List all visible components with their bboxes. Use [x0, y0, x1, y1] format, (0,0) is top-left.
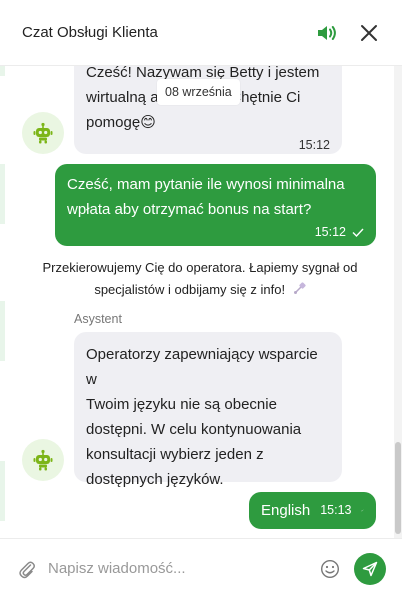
- robot-icon: [33, 122, 53, 144]
- message-time: 15:12: [298, 138, 330, 152]
- message-time: 15:12: [314, 225, 346, 239]
- user-message: English 15:13: [249, 492, 376, 529]
- system-line: Przekierowujemy Cię do operatora. Łapiem…: [42, 260, 358, 275]
- send-button[interactable]: [354, 552, 386, 585]
- message-line: Operatorzy zapewniający wsparcie w: [86, 346, 318, 388]
- message-line: pomogę😊: [86, 114, 156, 131]
- scrollbar-thumb[interactable]: [395, 442, 401, 534]
- emoji-icon[interactable]: [320, 559, 340, 579]
- system-message: Przekierowujemy Cię do operatora. Łapiem…: [30, 257, 370, 301]
- message-line: konsultacji wybierz jeden z: [86, 446, 264, 463]
- satellite-icon: [293, 282, 306, 294]
- message-line: dostępnych języków.: [86, 471, 224, 488]
- chat-title: Czat Obsługi Klienta: [22, 24, 158, 41]
- edge-decoration: [0, 301, 5, 361]
- check-icon: [361, 509, 364, 512]
- check-icon: [352, 228, 364, 237]
- message-list[interactable]: Cześć! Nazywam się Betty i jestem wirtua…: [0, 66, 402, 538]
- message-line: wpłata aby otrzymać bonus na start?: [67, 201, 312, 218]
- send-icon: [362, 561, 378, 576]
- message-input[interactable]: [48, 560, 320, 577]
- user-message: Cześć, mam pytanie ile wynosi minimalna …: [55, 164, 376, 246]
- date-chip: 08 września: [157, 79, 240, 105]
- message-line: English: [261, 502, 311, 519]
- bot-avatar: [22, 112, 64, 154]
- edge-decoration: [0, 461, 5, 521]
- bot-message: Operatorzy zapewniający wsparcie w Twoim…: [74, 332, 342, 509]
- paperclip-icon[interactable]: [18, 559, 36, 579]
- edge-decoration: [0, 66, 5, 76]
- bot-avatar: [22, 439, 64, 481]
- sender-name: Asystent: [74, 312, 122, 326]
- robot-icon: [33, 449, 53, 471]
- chat-header: Czat Obsługi Klienta: [0, 0, 402, 66]
- message-composer: [0, 538, 402, 598]
- message-line: Twoim języku nie są obecnie: [86, 396, 277, 413]
- close-icon[interactable]: [356, 20, 382, 46]
- message-line: dostępni. W celu kontynuowania: [86, 421, 302, 438]
- message-line: Cześć, mam pytanie ile wynosi minimalna: [67, 176, 345, 193]
- edge-decoration: [0, 164, 5, 224]
- speaker-icon[interactable]: [314, 20, 340, 46]
- system-line: specjalistów i odbijamy się z info!: [94, 282, 286, 297]
- message-time: 15:13: [320, 503, 352, 517]
